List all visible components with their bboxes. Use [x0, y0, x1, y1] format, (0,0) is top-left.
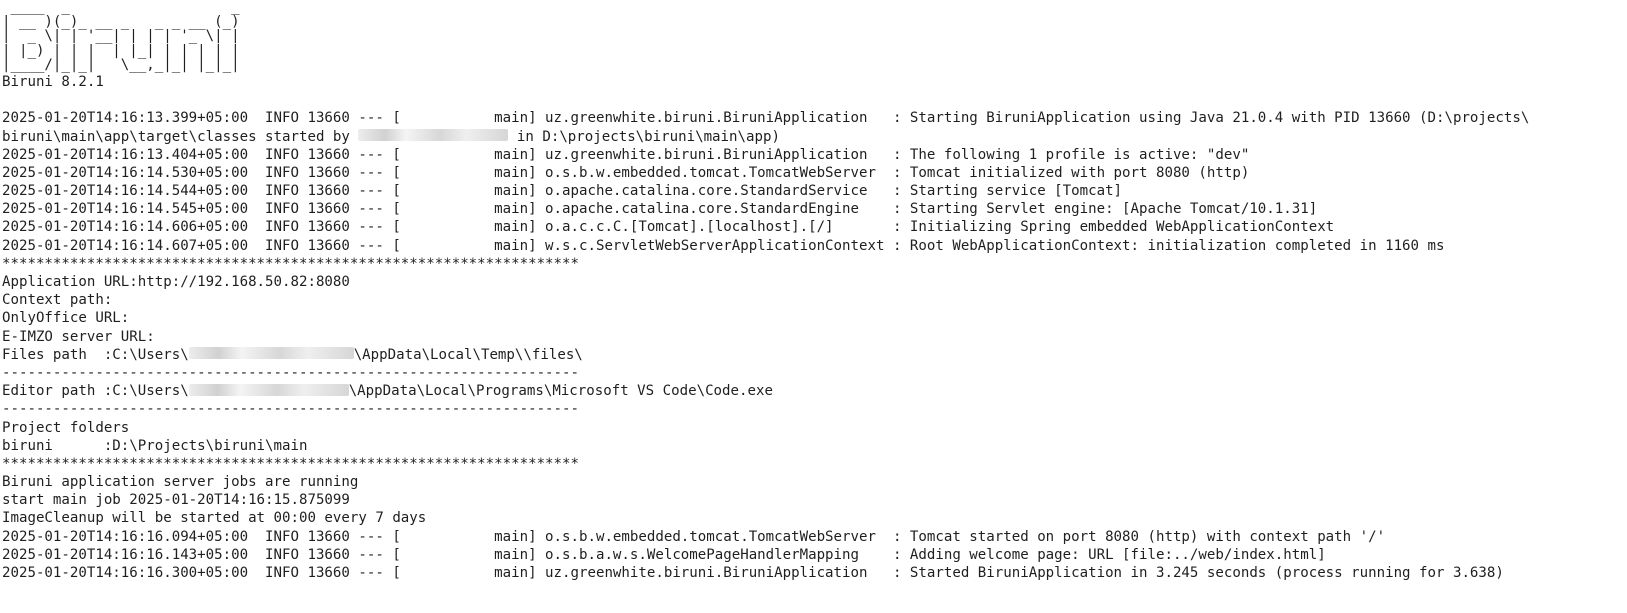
ascii-banner: ____ _ _ | __ )(_)_ __ _ _ _ __ (_) | _ \…	[2, 0, 1625, 73]
log-line: 2025-01-20T14:16:16.300+05:00 INFO 13660…	[2, 565, 1504, 582]
redacted-username	[358, 129, 509, 142]
separator-dashes: ----------------------------------------…	[2, 401, 579, 418]
files-path-suffix: \AppData\Local\Temp\\files\	[353, 346, 583, 363]
project-folder-entry: biruni :D:\Projects\biruni\main	[2, 437, 308, 454]
editor-path-suffix: \AppData\Local\Programs\Microsoft VS Cod…	[348, 383, 773, 400]
files-path-prefix: Files path :C:\Users\	[2, 346, 189, 363]
banner-line: | |_) | | | | |_| | | | | |	[2, 42, 240, 59]
banner-line: | __ )(_)_ __ _ _ _ __ (_)	[2, 13, 240, 30]
separator-stars: ****************************************…	[2, 255, 579, 272]
onlyoffice-url-line: OnlyOffice URL:	[2, 310, 130, 327]
log-line: 2025-01-20T14:16:14.545+05:00 INFO 13660…	[2, 201, 1318, 218]
version-line: Biruni 8.2.1	[2, 73, 104, 90]
log-line: 2025-01-20T14:16:16.094+05:00 INFO 13660…	[2, 528, 1386, 545]
banner-line: |____/|_|_| \__,_|_| |_|_|	[2, 57, 240, 74]
banner-line: | _ \| | '__| | | | '_ \| |	[2, 28, 240, 45]
files-path-line: Files path :C:\Users\ \AppData\Local\Temp…	[2, 346, 1625, 364]
jobs-running-line: Biruni application server jobs are runni…	[2, 474, 359, 491]
eimzo-url-line: E-IMZO server URL:	[2, 328, 155, 345]
log-line: 2025-01-20T14:16:14.530+05:00 INFO 13660…	[2, 164, 1250, 181]
editor-path-line: Editor path :C:\Users\ \AppData\Local\Pro…	[2, 382, 1625, 400]
redacted-username	[188, 347, 354, 360]
log-line: 2025-01-20T14:16:16.143+05:00 INFO 13660…	[2, 546, 1326, 563]
separator-dashes: ----------------------------------------…	[2, 364, 579, 381]
log-line: 2025-01-20T14:16:14.606+05:00 INFO 13660…	[2, 219, 1335, 236]
terminal-output[interactable]: ____ _ _ | __ )(_)_ __ _ _ _ __ (_) | _ \…	[2, 0, 1625, 613]
image-cleanup-line: ImageCleanup will be started at 00:00 ev…	[2, 510, 427, 527]
banner-line: ____ _ _	[2, 0, 249, 15]
main-job-line: start main job 2025-01-20T14:16:15.87509…	[2, 492, 350, 509]
separator-stars: ****************************************…	[2, 455, 579, 472]
log-line-continuation: biruni\main\app\target\classes started b…	[2, 128, 1625, 146]
log-line: 2025-01-20T14:16:13.399+05:00 INFO 13660…	[2, 110, 1530, 127]
editor-path-prefix: Editor path :C:\Users\	[2, 383, 189, 400]
log-line: 2025-01-20T14:16:13.404+05:00 INFO 13660…	[2, 146, 1250, 163]
context-path-line: Context path:	[2, 292, 113, 309]
app-url-line: Application URL:http://192.168.50.82:808…	[2, 274, 350, 291]
log-line: 2025-01-20T14:16:14.544+05:00 INFO 13660…	[2, 183, 1123, 200]
working-dir-text: in D:\projects\biruni\main\app)	[516, 128, 780, 145]
project-folders-heading: Project folders	[2, 419, 130, 436]
log-line: 2025-01-20T14:16:14.607+05:00 INFO 13660…	[2, 237, 1445, 254]
started-by-text: biruni\main\app\target\classes started b…	[2, 128, 359, 145]
redacted-username	[188, 383, 349, 396]
